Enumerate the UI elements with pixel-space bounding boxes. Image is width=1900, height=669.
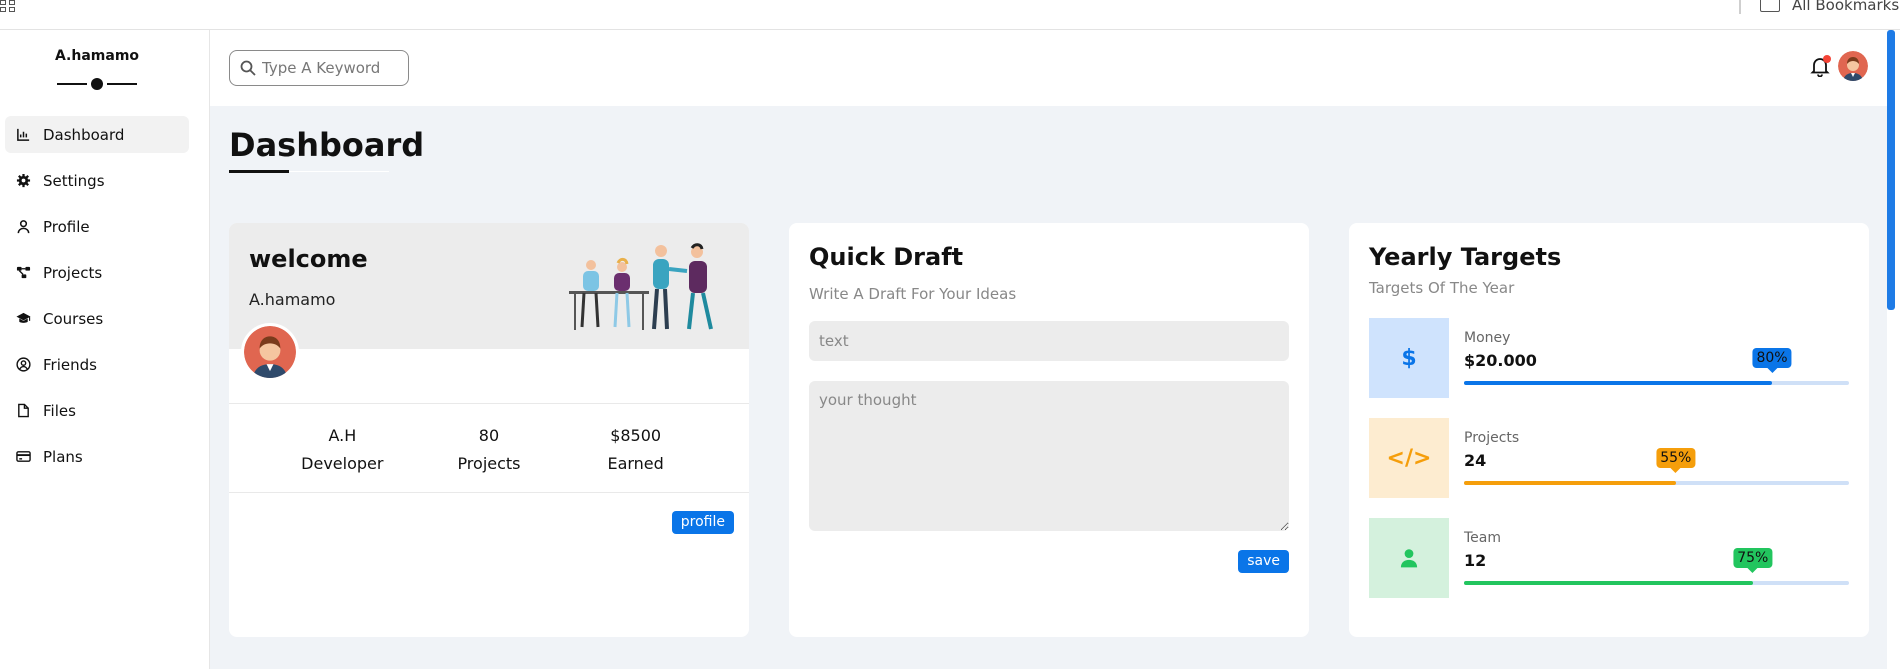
- stat-developer: A.H Developer: [282, 422, 402, 492]
- avatar[interactable]: [1838, 51, 1868, 81]
- main-content: Dashboard welcome A.hamamo A.H Developer…: [210, 106, 1887, 669]
- targets-title: Yearly Targets: [1369, 243, 1562, 271]
- progress-fill: [1464, 381, 1772, 385]
- graduation-cap-icon: [15, 311, 31, 327]
- welcome-card: welcome A.hamamo A.H Developer 80 Projec…: [229, 223, 749, 637]
- user-circle-icon: [15, 357, 31, 373]
- code-icon: </>: [1369, 418, 1449, 498]
- progress-badge: 75%: [1733, 548, 1773, 573]
- sidebar-item-label: Dashboard: [43, 125, 125, 144]
- stat-earned: $8500 Earned: [576, 422, 696, 492]
- sidebar-item-projects[interactable]: Projects: [5, 254, 189, 291]
- draft-title-input[interactable]: [809, 321, 1289, 361]
- sidebar-item-label: Projects: [43, 263, 103, 282]
- notifications-button[interactable]: [1809, 55, 1831, 78]
- stat-label: Projects: [457, 454, 521, 473]
- brand-name: A.hamamo: [54, 48, 140, 64]
- sidebar: A.hamamo Dashboard Settings Profile Proj…: [0, 30, 210, 669]
- dollar-icon: $: [1369, 318, 1449, 398]
- progress-track: 80%: [1464, 348, 1849, 385]
- profile-avatar: [241, 323, 299, 381]
- stat-value: A.H: [328, 426, 357, 445]
- scrollbar-thumb[interactable]: [1887, 30, 1895, 310]
- team-illustration: [569, 243, 713, 330]
- search-box[interactable]: [229, 50, 409, 86]
- progress-fill: [1464, 581, 1753, 585]
- all-bookmarks-button[interactable]: All Bookmarks: [1760, 0, 1900, 14]
- stat-label: Earned: [607, 454, 664, 473]
- sidebar-item-dashboard[interactable]: Dashboard: [5, 116, 189, 153]
- search-input[interactable]: [262, 59, 402, 77]
- profile-stats: A.H Developer 80 Projects $8500 Earned: [229, 403, 749, 493]
- stat-value: 80: [478, 426, 500, 445]
- yearly-targets-card: Yearly Targets Targets Of The Year $ Mon…: [1349, 223, 1869, 637]
- bookmark-bar: All Bookmarks: [0, 0, 1900, 30]
- target-row-team: Team 12 75%: [1369, 518, 1849, 598]
- notification-dot: [1823, 55, 1831, 63]
- folder-icon: [1760, 0, 1780, 12]
- sidebar-item-label: Plans: [43, 447, 83, 466]
- sidebar-item-label: Friends: [43, 355, 97, 374]
- sidebar-item-courses[interactable]: Courses: [5, 300, 189, 337]
- sidebar-nav: Dashboard Settings Profile Projects Cour…: [5, 116, 189, 484]
- target-value: 12: [1464, 551, 1487, 570]
- apps-grid-icon[interactable]: [0, 0, 18, 14]
- sidebar-item-files[interactable]: Files: [5, 392, 189, 429]
- stat-projects: 80 Projects: [429, 422, 549, 492]
- user-icon: [1400, 549, 1418, 568]
- top-header: [210, 30, 1900, 106]
- gear-icon: [15, 173, 31, 189]
- sidebar-item-profile[interactable]: Profile: [5, 208, 189, 245]
- save-button[interactable]: save: [1238, 550, 1289, 573]
- diagram-icon: [15, 265, 31, 281]
- welcome-header: welcome A.hamamo: [229, 223, 749, 349]
- draft-subtitle: Write A Draft For Your Ideas: [809, 285, 1017, 303]
- file-icon: [15, 403, 31, 419]
- progress-track: 75%: [1464, 548, 1849, 585]
- search-icon: [240, 60, 256, 76]
- sidebar-item-label: Courses: [43, 309, 104, 328]
- sidebar-item-label: Settings: [43, 171, 105, 190]
- sidebar-item-plans[interactable]: Plans: [5, 438, 189, 475]
- bookmark-separator: [1739, 0, 1741, 14]
- progress-fill: [1464, 481, 1676, 485]
- quick-draft-card: Quick Draft Write A Draft For Your Ideas…: [789, 223, 1309, 637]
- sidebar-item-settings[interactable]: Settings: [5, 162, 189, 199]
- draft-textarea[interactable]: [809, 381, 1289, 531]
- welcome-heading: welcome: [249, 245, 368, 273]
- all-bookmarks-label: All Bookmarks: [1792, 0, 1900, 14]
- profile-button[interactable]: profile: [671, 511, 734, 534]
- credit-card-icon: [15, 449, 31, 465]
- stat-value: $8500: [610, 426, 662, 445]
- target-value: $20.000: [1464, 351, 1537, 370]
- welcome-name: A.hamamo: [249, 290, 336, 309]
- target-label: Team: [1464, 530, 1502, 546]
- user-icon: [15, 219, 31, 235]
- targets-subtitle: Targets Of The Year: [1369, 279, 1515, 297]
- stat-label: Developer: [301, 454, 384, 473]
- progress-badge: 55%: [1656, 448, 1696, 473]
- target-label: Money: [1464, 330, 1511, 346]
- brand-decoration: [57, 78, 137, 90]
- progress-track: 55%: [1464, 448, 1849, 485]
- target-row-money: $ Money $20.000 80%: [1369, 318, 1849, 398]
- chart-icon: [15, 127, 31, 143]
- title-underline: [229, 170, 389, 174]
- target-label: Projects: [1464, 430, 1520, 446]
- progress-badge: 80%: [1752, 348, 1792, 373]
- target-value: 24: [1464, 451, 1487, 470]
- sidebar-item-label: Files: [43, 401, 76, 420]
- sidebar-item-label: Profile: [43, 217, 90, 236]
- page-title: Dashboard: [229, 126, 425, 164]
- draft-title: Quick Draft: [809, 243, 964, 271]
- user-icon: [1369, 518, 1449, 598]
- target-row-projects: </> Projects 24 55%: [1369, 418, 1849, 498]
- sidebar-item-friends[interactable]: Friends: [5, 346, 189, 383]
